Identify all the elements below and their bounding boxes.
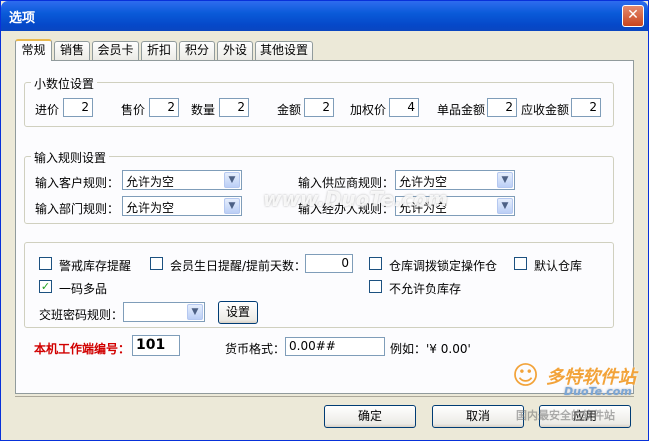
default-warehouse-label: 默认仓库 [534, 259, 583, 273]
close-icon: ✕ [627, 7, 639, 23]
supplier-rule-select[interactable]: 允许为空 ▼ [395, 170, 515, 190]
stock-alert-label: 警戒库存提醒 [59, 259, 132, 273]
lock-transfer-checkbox[interactable] [369, 257, 382, 270]
decimal-group: 小数位设置 进价 2 售价 2 数量 2 金额 2 加权价 4 单品金额 2 应… [24, 75, 614, 127]
tab-general[interactable]: 常规 [15, 39, 52, 61]
window-title: 选项 [9, 11, 36, 26]
lock-transfer-label: 仓库调拨锁定操作仓 [389, 259, 498, 273]
terminal-label: 本机工作端编号： [34, 342, 131, 356]
sale-price-input[interactable]: 2 [149, 98, 179, 117]
receivable-label: 应收金额 [521, 103, 570, 117]
supplier-rule-label: 输入供应商规则： [298, 176, 395, 190]
options-window: 选项 ✕ 常规 销售 会员卡 折扣 积分 外设 其他设置 小数位设置 进价 2 … [0, 0, 649, 441]
customer-rule-select[interactable]: 允许为空 ▼ [122, 170, 242, 190]
currency-format-input[interactable]: 0.00## [285, 337, 385, 356]
receivable-input[interactable]: 2 [571, 98, 601, 117]
tab-other-settings[interactable]: 其他设置 [255, 41, 313, 60]
department-rule-value: 允许为空 [126, 201, 175, 215]
title-bar: 选项 ✕ [1, 1, 648, 31]
tab-discount[interactable]: 折扣 [141, 41, 177, 60]
multi-code-label: 一码多品 [59, 282, 108, 296]
footer-separator [15, 396, 634, 397]
tab-peripherals[interactable]: 外设 [217, 41, 253, 60]
tab-points[interactable]: 积分 [179, 41, 215, 60]
tab-panel-general: 小数位设置 进价 2 售价 2 数量 2 金额 2 加权价 4 单品金额 2 应… [15, 60, 634, 394]
weighted-price-label: 加权价 [350, 103, 387, 117]
shift-password-select[interactable]: ▼ [123, 302, 205, 322]
shift-password-label: 交班密码规则： [39, 308, 124, 322]
no-negative-stock-checkbox[interactable] [369, 280, 382, 293]
multi-code-checkbox[interactable]: ✓ [39, 280, 52, 293]
amount-input[interactable]: 2 [304, 98, 334, 117]
department-rule-select[interactable]: 允许为空 ▼ [122, 196, 242, 216]
chevron-down-icon: ▼ [497, 198, 513, 214]
quantity-input[interactable]: 2 [219, 98, 249, 117]
item-amount-input[interactable]: 2 [487, 98, 517, 117]
amount-label: 金额 [277, 103, 302, 117]
chevron-down-icon: ▼ [224, 198, 240, 214]
chevron-down-icon: ▼ [497, 172, 513, 188]
handler-rule-label: 输入经办人规则： [298, 202, 395, 216]
customer-rule-value: 允许为空 [126, 175, 175, 189]
settings-button[interactable]: 设置 [218, 301, 258, 324]
check-icon: ✓ [40, 280, 51, 293]
chevron-down-icon: ▼ [187, 304, 203, 320]
apply-button[interactable]: 应用 [539, 405, 631, 428]
birthday-reminder-label: 会员生日提醒/提前天数： [170, 259, 307, 273]
default-warehouse-checkbox[interactable] [514, 257, 527, 270]
weighted-price-input[interactable]: 4 [389, 98, 419, 117]
purchase-price-input[interactable]: 2 [63, 98, 93, 117]
currency-example-text: 例如：'¥ 0.00' [390, 342, 471, 356]
stock-alert-checkbox[interactable] [39, 257, 52, 270]
tab-member-card[interactable]: 会员卡 [92, 41, 139, 60]
item-amount-label: 单品金额 [437, 103, 486, 117]
handler-rule-value: 允许为空 [399, 201, 448, 215]
cancel-button[interactable]: 取消 [432, 405, 524, 428]
rules-legend: 输入规则设置 [31, 149, 110, 166]
customer-rule-label: 输入客户规则： [35, 176, 120, 190]
terminal-number-input[interactable]: 101 [132, 335, 180, 356]
decimal-legend: 小数位设置 [31, 75, 98, 92]
handler-rule-select[interactable]: 允许为空 ▼ [395, 196, 515, 216]
close-button[interactable]: ✕ [622, 5, 644, 27]
department-rule-label: 输入部门规则： [35, 202, 120, 216]
rules-group: 输入规则设置 输入客户规则： 允许为空 ▼ 输入供应商规则： 允许为空 ▼ 输入… [24, 149, 614, 224]
birthday-days-input[interactable]: 0 [305, 254, 353, 273]
tab-sales[interactable]: 销售 [54, 41, 90, 60]
ok-button[interactable]: 确定 [324, 405, 416, 428]
birthday-reminder-checkbox[interactable] [150, 257, 163, 270]
currency-format-label: 货币格式： [225, 342, 286, 356]
supplier-rule-value: 允许为空 [399, 175, 448, 189]
no-negative-stock-label: 不允许负库存 [389, 282, 462, 296]
sale-price-label: 售价 [121, 103, 146, 117]
quantity-label: 数量 [191, 103, 216, 117]
purchase-price-label: 进价 [35, 103, 60, 117]
options-group: 警戒库存提醒 会员生日提醒/提前天数： 0 仓库调拨锁定操作仓 默认仓库 ✓ 一… [24, 242, 614, 328]
chevron-down-icon: ▼ [224, 172, 240, 188]
